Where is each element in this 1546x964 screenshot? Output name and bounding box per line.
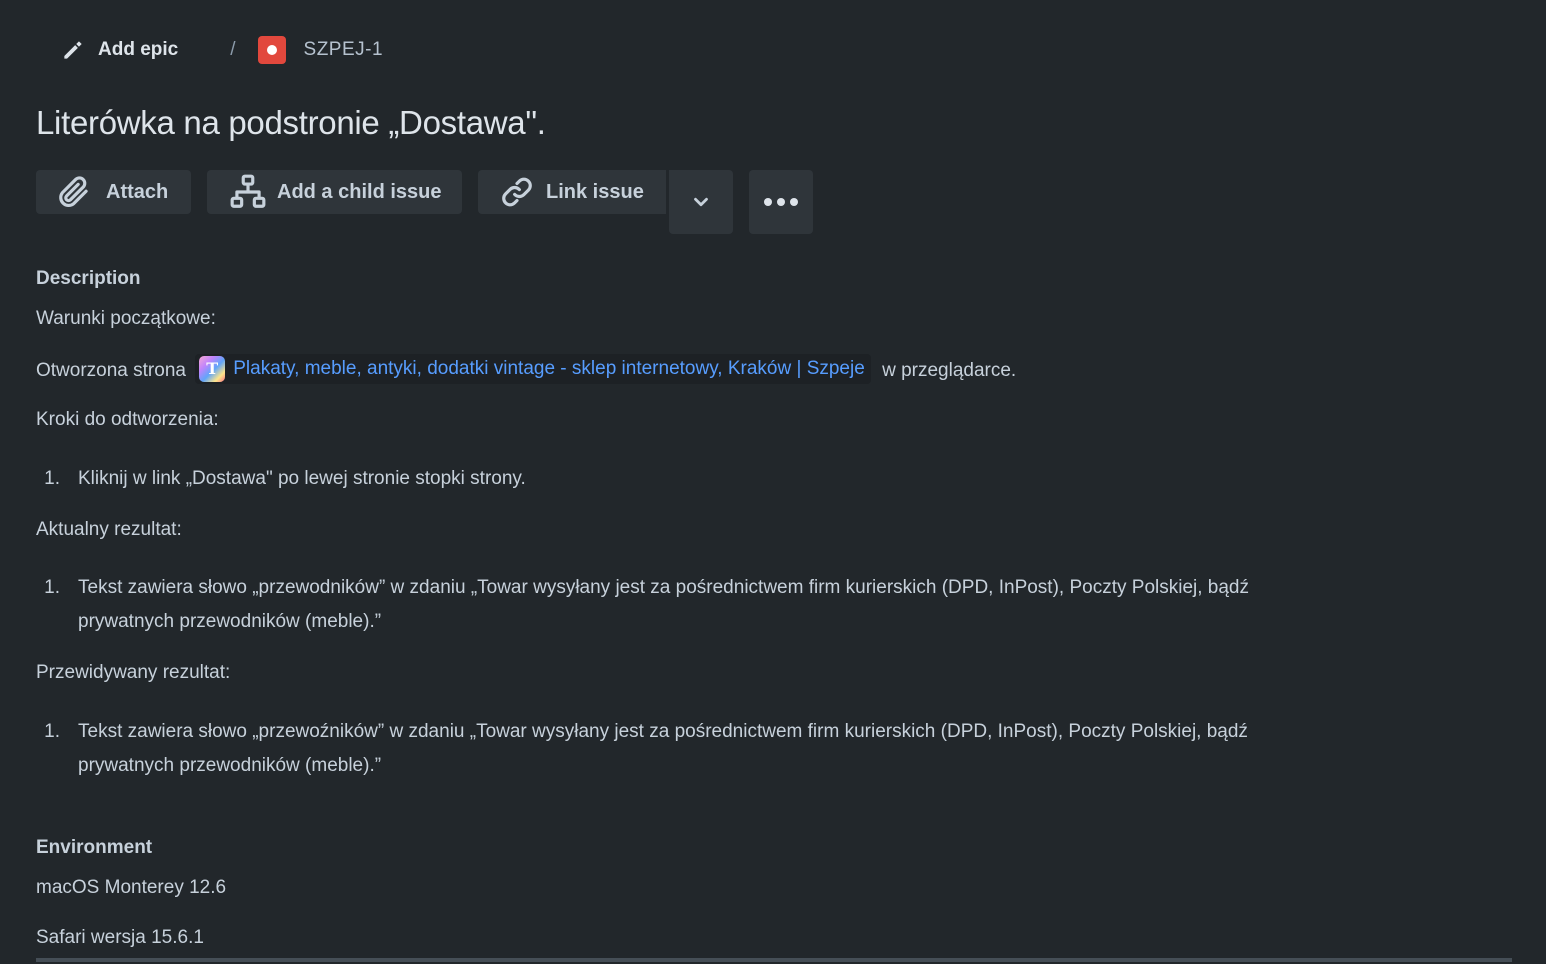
- breadcrumb: Add epic / SZPEJ-1: [60, 32, 383, 68]
- issue-key-link[interactable]: SZPEJ-1: [257, 36, 384, 64]
- environment-os: macOS Monterey 12.6: [36, 877, 227, 898]
- link-issue-button[interactable]: Link issue: [478, 170, 666, 214]
- inline-link-card[interactable]: T Plakaty, meble, antyki, dodatki vintag…: [195, 354, 871, 384]
- steps-label: Kroki do odtworzenia:: [36, 409, 219, 430]
- breadcrumb-separator: /: [230, 39, 236, 60]
- actual-list: 1. Tekst zawiera słowo „przewodników” w …: [36, 571, 1436, 639]
- attach-label: Attach: [106, 180, 169, 203]
- add-epic-button[interactable]: Add epic: [60, 37, 178, 63]
- list-item-text: Tekst zawiera słowo „przewoźników” w zda…: [78, 721, 1248, 776]
- site-favicon-icon: T: [199, 356, 226, 382]
- inline-link-text: Plakaty, meble, antyki, dodatki vintage …: [233, 358, 865, 379]
- list-item-text: Tekst zawiera słowo „przewodników” w zda…: [78, 577, 1249, 632]
- opened-page-line: Otworzona strona T Plakaty, meble, antyk…: [36, 354, 1017, 386]
- expected-list: 1. Tekst zawiera słowo „przewoźników” w …: [36, 715, 1436, 783]
- list-item-text: Kliknij w link „Dostawa" po lewej stroni…: [78, 468, 526, 489]
- chevron-down-icon: [694, 197, 708, 207]
- link-icon: [502, 177, 532, 207]
- link-issue-dropdown-button[interactable]: [669, 170, 733, 234]
- environment-browser: Safari wersja 15.6.1: [36, 927, 204, 948]
- add-child-issue-button[interactable]: Add a child issue: [207, 170, 462, 214]
- issue-view: Add epic / SZPEJ-1 Literówka na podstron…: [0, 0, 1546, 964]
- add-epic-label: Add epic: [98, 39, 179, 60]
- list-number: 1.: [44, 721, 60, 742]
- opened-prefix: Otworzona strona: [36, 360, 186, 382]
- more-icon: [764, 198, 798, 206]
- opened-suffix: w przeglądarce.: [882, 360, 1017, 382]
- actual-label: Aktualny rezultat:: [36, 519, 182, 540]
- environment-heading: Environment: [36, 837, 153, 858]
- more-actions-button[interactable]: [749, 170, 813, 234]
- description-heading: Description: [36, 268, 141, 289]
- hierarchy-icon: [230, 174, 266, 208]
- paperclip-icon: [59, 176, 88, 208]
- pencil-icon: [64, 41, 82, 59]
- issue-key: SZPEJ-1: [303, 39, 384, 60]
- issue-title[interactable]: Literówka na podstronie „Dostawa".: [36, 104, 546, 142]
- preconditions-label: Warunki początkowe:: [36, 308, 216, 329]
- list-item: 1. Tekst zawiera słowo „przewodników” w …: [36, 571, 1436, 639]
- expected-label: Przewidywany rezultat:: [36, 662, 231, 683]
- add-child-issue-label: Add a child issue: [277, 180, 442, 203]
- list-number: 1.: [44, 577, 60, 598]
- steps-list: 1. Kliknij w link „Dostawa" po lewej str…: [36, 462, 1436, 496]
- list-number: 1.: [44, 468, 60, 489]
- bug-icon: [257, 36, 286, 64]
- section-divider: [36, 958, 1512, 962]
- list-item: 1. Kliknij w link „Dostawa" po lewej str…: [36, 462, 1436, 496]
- attach-button[interactable]: Attach: [36, 170, 191, 214]
- list-item: 1. Tekst zawiera słowo „przewoźników” w …: [36, 715, 1436, 783]
- link-issue-label: Link issue: [546, 180, 644, 203]
